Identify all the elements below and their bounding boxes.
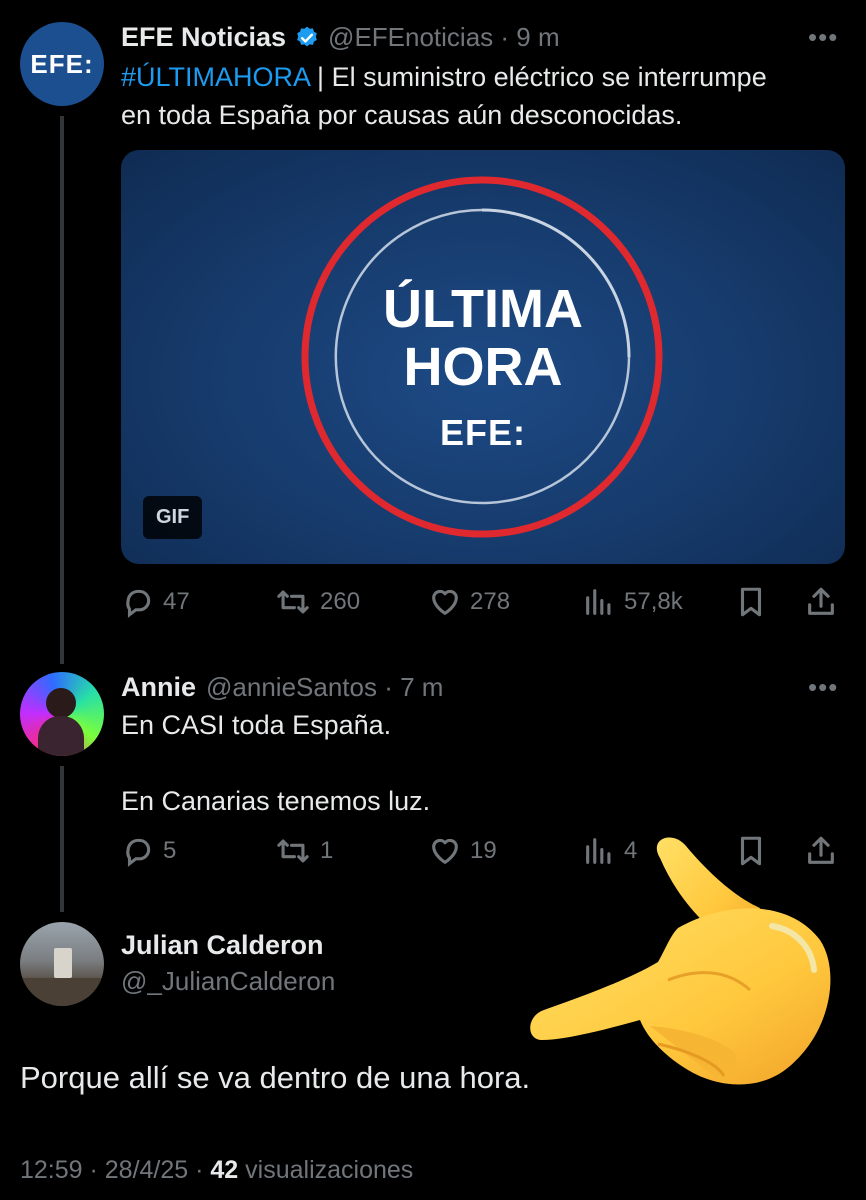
annie-avatar[interactable] (20, 672, 104, 756)
media-title-line2: HORA (403, 337, 563, 397)
tweet-timestamp-row: 12:59 · 28/4/25 · 42 visualizaciones (20, 1156, 413, 1185)
author-name-2[interactable]: Annie (121, 672, 196, 703)
retweet-button-2[interactable]: 1 (274, 834, 333, 868)
like-button-2[interactable]: 19 (428, 834, 497, 868)
retweet-count: 260 (320, 588, 361, 615)
tweet-header: EFE Noticias @EFEnoticias · 9 m (121, 22, 560, 53)
views-button[interactable]: 57,8k (582, 585, 683, 619)
thread-line (60, 116, 64, 664)
efe-avatar[interactable]: EFE: (20, 22, 104, 106)
retweet-icon (277, 590, 309, 614)
author-name[interactable]: EFE Noticias (121, 22, 286, 53)
author-name-3[interactable]: Julian Calderon (121, 930, 324, 961)
like-icon (432, 589, 458, 615)
hashtag-link[interactable]: #ÚLTIMAHORA (121, 62, 310, 92)
tweet-text-line1: | El suministro eléctrico se interrumpe (309, 62, 767, 92)
thread-line-2 (60, 766, 64, 912)
julian-avatar[interactable] (20, 922, 104, 1006)
more-icon[interactable]: ••• (808, 22, 838, 53)
views-count: 57,8k (624, 588, 683, 615)
focus-tweet-text: Porque allí se va dentro de una hora. (20, 1060, 531, 1095)
handle-3: @_JulianCalderon (121, 966, 336, 996)
like-button[interactable]: 278 (428, 585, 510, 619)
reply-icon (126, 589, 151, 618)
reply-button-2[interactable]: 5 (121, 834, 176, 868)
reply-icon (126, 838, 151, 867)
efe-avatar-logo: EFE: (30, 48, 94, 79)
like-count-2: 19 (470, 837, 497, 864)
reply-count: 47 (163, 588, 190, 615)
bookmark-button[interactable] (734, 585, 768, 619)
views-icon (586, 589, 611, 615)
reply-button[interactable]: 47 (121, 585, 190, 619)
timestamp: 12:59 · 28/4/25 · (20, 1156, 211, 1184)
like-count: 278 (470, 588, 511, 615)
pointing-hand-emoji (530, 837, 831, 1085)
reply-text-line1: En CASI toda España. (121, 710, 392, 740)
media-gif[interactable]: ÚLTIMA HORA EFE: GIF (121, 150, 845, 564)
handle-time: @EFEnoticias · 9 m (328, 22, 560, 52)
views-total: 42 (210, 1156, 239, 1184)
share-button[interactable] (804, 585, 838, 619)
retweet-icon (277, 839, 309, 863)
media-logo: EFE: (439, 412, 526, 453)
gif-badge: GIF (143, 496, 203, 539)
tweet-text: #ÚLTIMAHORA | El suministro eléctrico se… (121, 58, 841, 134)
retweet-count-2: 1 (320, 837, 334, 864)
share-icon (808, 587, 834, 615)
retweet-button[interactable]: 260 (274, 585, 360, 619)
like-icon (432, 838, 458, 864)
views-label: visualizaciones (238, 1156, 414, 1184)
reply-count-2: 5 (163, 837, 177, 864)
reply-text-line2: En Canarias tenemos luz. (121, 786, 431, 816)
bookmark-icon (740, 587, 762, 617)
more-icon-2[interactable]: ••• (808, 672, 838, 703)
tweet-text-line2: en toda España por causas aún desconocid… (121, 100, 683, 130)
media-title-line1: ÚLTIMA (383, 279, 583, 339)
tweet-header-2: Annie @annieSantos · 7 m (121, 672, 443, 703)
verified-badge-icon (297, 26, 317, 47)
handle-time-2: @annieSantos · 7 m (206, 672, 444, 702)
